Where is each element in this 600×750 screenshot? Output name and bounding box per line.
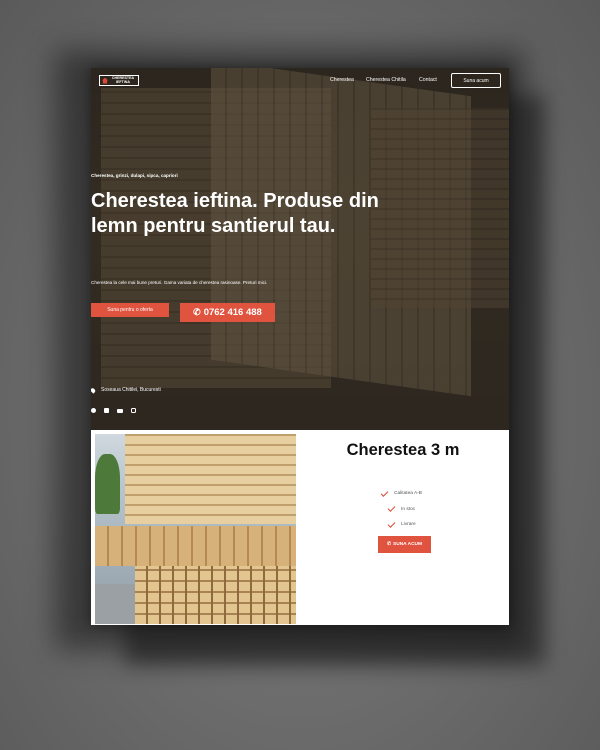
hero-overlay [91, 68, 509, 430]
call-now-nav-button[interactable]: Suna acum [451, 73, 501, 88]
twitter-icon[interactable] [104, 408, 109, 413]
phone-number: 0762 416 488 [203, 307, 262, 318]
list-item: In stoc [387, 502, 422, 518]
product-title: Cherestea 3 m [346, 441, 460, 459]
list-item: Livrare [387, 517, 422, 533]
facebook-icon[interactable] [91, 408, 96, 413]
hero-subtext: Cherestea la cele mai bune preturi. Gama… [91, 280, 268, 285]
lumber-stack-top [125, 434, 296, 524]
top-nav: CHERESTEA IEFTINA Cherestea Cherestea Ch… [91, 68, 509, 94]
hero-headline: Cherestea ieftina. Produse din lemn pent… [91, 190, 379, 237]
logo-text: CHERESTEA IEFTINA [111, 75, 135, 84]
lumber-stack-middle [95, 526, 296, 566]
phone-button[interactable]: ✆ 0762 416 488 [180, 303, 275, 322]
address-text: Soseaua Chitilei, Bucuresti [101, 387, 161, 393]
list-item: Calitatea A-B [380, 486, 422, 502]
hero-section: CHERESTEA IEFTINA Cherestea Cherestea Ch… [91, 68, 509, 430]
nav-link-contact[interactable]: Contact [419, 77, 437, 83]
lumber-stack-ends [135, 566, 296, 624]
youtube-icon[interactable] [117, 409, 123, 413]
check-icon [380, 488, 389, 497]
tree-background [95, 454, 120, 514]
nav-link-cherestea[interactable]: Cherestea [330, 77, 354, 83]
hero-eyebrow: Cherestea, grinzi, dulapi, sipca, caprio… [91, 173, 178, 178]
check-icon [387, 519, 396, 528]
feature-list: Calitatea A-B In stoc Livrare [380, 486, 422, 533]
check-icon [387, 504, 396, 513]
phone-icon: ✆ [387, 542, 392, 547]
phone-icon: ✆ [193, 307, 201, 317]
location-pin-icon [91, 386, 97, 394]
ground [95, 584, 135, 624]
instagram-icon[interactable] [131, 408, 136, 413]
nav-link-cherestea-chitila[interactable]: Cherestea Chitila [366, 77, 406, 83]
site-logo[interactable]: CHERESTEA IEFTINA [99, 75, 139, 86]
address: Soseaua Chitilei, Bucuresti [91, 386, 161, 394]
webpage: CHERESTEA IEFTINA Cherestea Cherestea Ch… [91, 68, 509, 625]
social-links [91, 408, 136, 413]
product-image [95, 434, 296, 624]
call-for-offer-button[interactable]: Suna pentru o oferta [91, 303, 169, 317]
call-now-button[interactable]: ✆ SUNA ACUM [378, 536, 431, 553]
house-icon [102, 77, 108, 84]
